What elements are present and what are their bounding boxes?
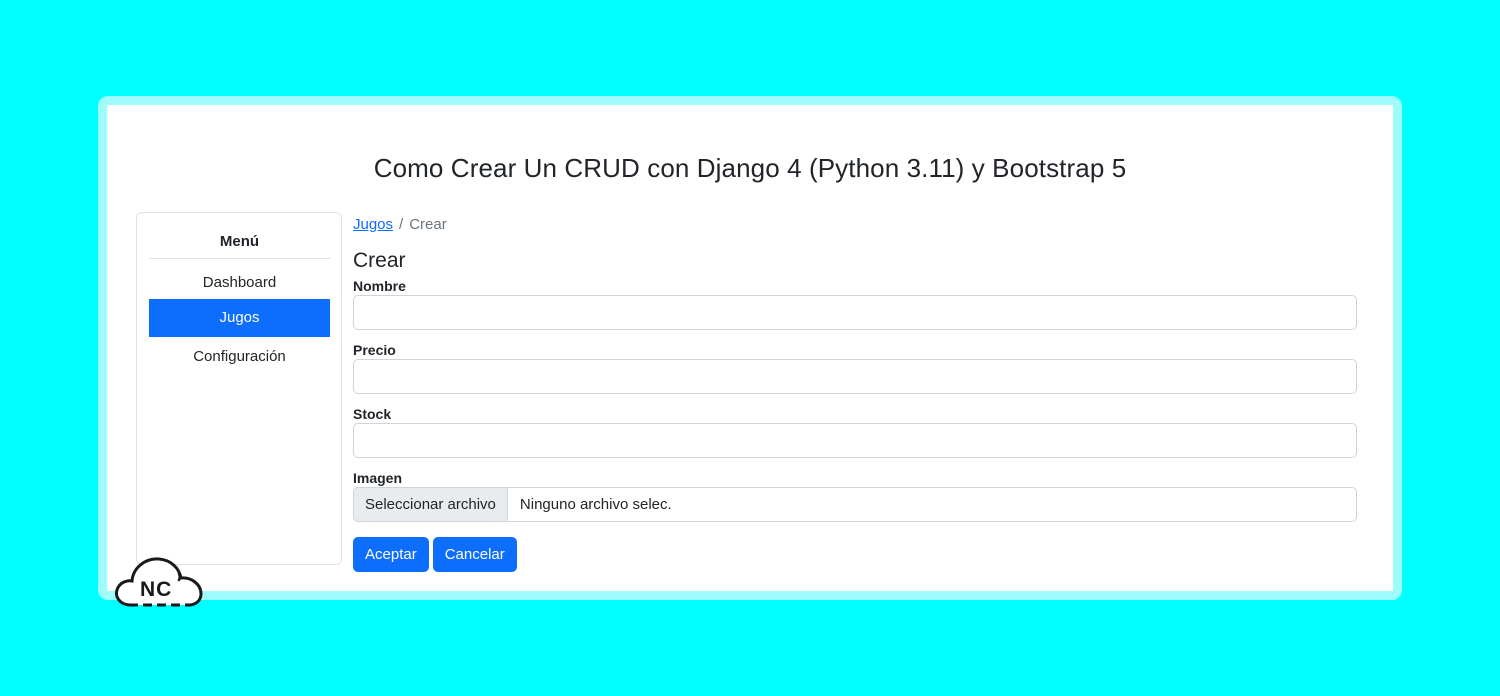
file-status: Ninguno archivo selec. <box>519 496 672 513</box>
sidebar-title: Menú <box>149 233 330 259</box>
nombre-input[interactable] <box>353 295 1357 330</box>
sidebar-menu: Menú Dashboard Jugos Configuración <box>136 212 342 565</box>
logo-text: NC <box>140 578 172 601</box>
imagen-file-input[interactable]: Seleccionar archivo Ninguno archivo sele… <box>353 487 1357 522</box>
breadcrumb: Jugos / Crear <box>353 216 1357 233</box>
imagen-label: Imagen <box>353 470 403 486</box>
nombre-label: Nombre <box>353 278 406 294</box>
accept-button[interactable]: Aceptar <box>353 537 429 572</box>
form-heading: Crear <box>353 249 406 272</box>
nc-cloud-logo: NC <box>113 550 205 610</box>
precio-input[interactable] <box>353 359 1357 394</box>
page-title: Como Crear Un CRUD con Django 4 (Python … <box>373 153 1127 183</box>
sidebar-item-dashboard[interactable]: Dashboard <box>149 264 330 302</box>
app-window: Como Crear Un CRUD con Django 4 (Python … <box>107 105 1393 591</box>
stock-input[interactable] <box>353 423 1357 458</box>
main-content: Jugos / Crear Crear Nombre Precio Stock Im… <box>353 212 1357 572</box>
sidebar-item-configuracion[interactable]: Configuración <box>149 338 330 376</box>
breadcrumb-link-jugos[interactable]: Jugos <box>353 216 393 233</box>
breadcrumb-separator: / <box>399 216 404 233</box>
precio-label: Precio <box>353 342 396 358</box>
cloud-icon: NC <box>115 557 203 607</box>
stock-label: Stock <box>353 406 392 422</box>
breadcrumb-current: Crear <box>409 216 447 233</box>
sidebar-item-jugos[interactable]: Jugos <box>149 299 330 337</box>
cancel-button[interactable]: Cancelar <box>432 537 517 572</box>
form-actions: Aceptar Cancelar <box>353 537 1357 572</box>
choose-file-button[interactable]: Seleccionar archivo <box>354 488 508 521</box>
